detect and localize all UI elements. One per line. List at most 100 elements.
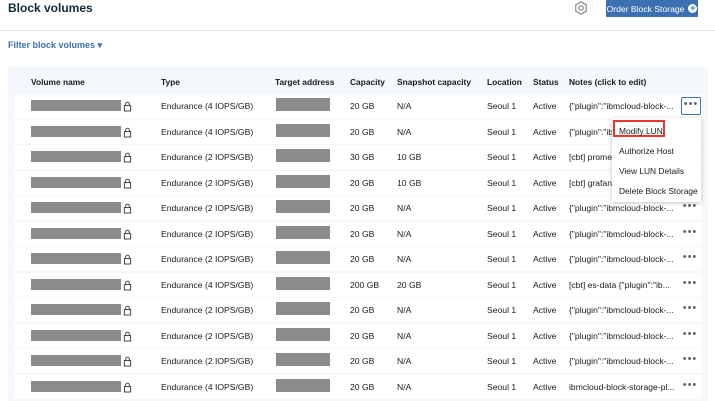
column-header-volume-name[interactable]: Volume name [31, 77, 85, 87]
volume-name-redacted[interactable] [31, 151, 121, 162]
cell-location: Seoul 1 [487, 178, 517, 188]
cell-status: Active [533, 356, 557, 366]
cell-location: Seoul 1 [487, 254, 517, 264]
overflow-menu: Modify LUN Authorize Host View LUN Detai… [612, 118, 701, 202]
cell-type: Endurance (2 IOPS/GB) [161, 229, 254, 239]
volume-name-redacted[interactable] [31, 330, 121, 341]
table-row[interactable]: Endurance (2 IOPS/GB) 20 GB N/A Seoul 1 Acti… [15, 222, 702, 246]
volume-name-redacted[interactable] [31, 100, 121, 111]
overflow-menu-icon[interactable]: ••• [682, 379, 698, 393]
cell-status: Active [533, 101, 557, 111]
page-title: Block volumes [8, 1, 93, 15]
lock-icon [123, 354, 132, 367]
overflow-menu-icon[interactable]: ••• [682, 302, 698, 316]
cell-notes[interactable]: {"plugin":"ibmcloud-block-... [569, 305, 674, 315]
cell-notes[interactable]: {"plugin":"ibmcloud-block-... [569, 203, 674, 213]
cell-location: Seoul 1 [487, 356, 517, 366]
table-row[interactable]: Endurance (4 IOPS/GB) 20 GB N/A Seoul 1 Acti… [15, 120, 702, 144]
overflow-menu-icon[interactable]: ••• [681, 97, 701, 115]
gear-icon[interactable] [574, 1, 588, 15]
cell-snapshot: N/A [397, 382, 412, 392]
table-row[interactable]: Endurance (2 IOPS/GB) 20 GB N/A Seoul 1 Acti… [15, 247, 702, 271]
cell-status: Active [533, 254, 557, 264]
cell-capacity: 20 GB [350, 229, 375, 239]
lock-icon [123, 303, 132, 316]
cell-location: Seoul 1 [487, 203, 517, 213]
cell-notes[interactable]: {"plugin":"ibmcloud-block-... [569, 356, 674, 366]
column-header-type[interactable]: Type [161, 77, 180, 87]
cell-snapshot: 10 GB [397, 152, 422, 162]
target-address-redacted [276, 124, 330, 137]
target-address-redacted [276, 353, 330, 366]
cell-status: Active [533, 229, 557, 239]
cell-notes[interactable]: {"plugin":"ibmcloud-block-... [569, 101, 674, 111]
table-row[interactable]: Endurance (2 IOPS/GB) 20 GB N/A Seoul 1 Acti… [15, 324, 702, 348]
menu-item-view-lun-details[interactable]: View LUN Details [612, 161, 701, 181]
table-row[interactable]: Endurance (4 IOPS/GB) 200 GB 20 GB Seoul 1 A… [15, 273, 702, 297]
cell-capacity: 20 GB [350, 101, 375, 111]
cell-notes[interactable]: {"plugin":"ibmcloud-block-... [569, 229, 674, 239]
page-header: Block volumes Order Block Storage + [0, 0, 715, 31]
menu-item-label: Modify LUN [619, 126, 663, 136]
overflow-menu-icon[interactable]: ••• [682, 226, 698, 240]
lock-icon [123, 252, 132, 265]
overflow-menu-icon[interactable]: ••• [682, 353, 698, 367]
table-row[interactable]: Endurance (4 IOPS/GB) 20 GB N/A Seoul 1 Acti… [15, 375, 702, 399]
cell-status: Active [533, 280, 557, 290]
filter-block-volumes[interactable]: Filter block volumes ▾ [8, 40, 102, 51]
volume-name-redacted[interactable] [31, 228, 121, 239]
cell-capacity: 200 GB [350, 280, 380, 290]
volume-name-redacted[interactable] [31, 279, 121, 290]
volume-name-redacted[interactable] [31, 177, 121, 188]
cell-status: Active [533, 305, 557, 315]
plus-circle-icon: + [688, 3, 698, 13]
cell-notes[interactable]: {"plugin":"ibmcloud-block-... [569, 331, 674, 341]
table-row[interactable]: Endurance (4 IOPS/GB) 20 GB N/A Seoul 1 Acti… [15, 94, 702, 118]
lock-icon [123, 278, 132, 291]
cell-capacity: 20 GB [350, 305, 375, 315]
volume-name-redacted[interactable] [31, 381, 121, 392]
column-header-capacity[interactable]: Capacity [350, 77, 385, 87]
volume-name-redacted[interactable] [31, 253, 121, 264]
menu-item-delete-block-storage[interactable]: Delete Block Storage [612, 181, 701, 201]
cell-type: Endurance (2 IOPS/GB) [161, 331, 254, 341]
cell-notes[interactable]: {"plugin":"ib [569, 127, 613, 137]
column-header-location[interactable]: Location [487, 77, 522, 87]
cell-location: Seoul 1 [487, 101, 517, 111]
volume-name-redacted[interactable] [31, 304, 121, 315]
cell-notes[interactable]: [cbt] es-data {"plugin":"ib... [569, 280, 670, 290]
cell-type: Endurance (2 IOPS/GB) [161, 356, 254, 366]
table-row[interactable]: Endurance (2 IOPS/GB) 30 GB 10 GB Seoul 1 Ac… [15, 145, 702, 169]
cell-notes[interactable]: ibmcloud-block-storage-pl... [569, 382, 675, 392]
menu-item-authorize-host[interactable]: Authorize Host [612, 141, 701, 161]
column-header-snapshot-capacity[interactable]: Snapshot capacity [397, 77, 471, 87]
volume-name-redacted[interactable] [31, 126, 121, 137]
overflow-menu-icon[interactable]: ••• [682, 251, 698, 265]
lock-icon [123, 150, 132, 163]
volume-name-redacted[interactable] [31, 202, 121, 213]
cell-notes[interactable]: {"plugin":"ibmcloud-block-... [569, 254, 674, 264]
table-row[interactable]: Endurance (2 IOPS/GB) 20 GB N/A Seoul 1 Acti… [15, 349, 702, 373]
target-address-redacted [276, 175, 330, 188]
column-header-status[interactable]: Status [533, 77, 559, 87]
cell-type: Endurance (2 IOPS/GB) [161, 152, 254, 162]
volume-name-redacted[interactable] [31, 355, 121, 366]
overflow-menu-icon[interactable]: ••• [682, 200, 698, 214]
table-row[interactable]: Endurance (2 IOPS/GB) 20 GB N/A Seoul 1 Acti… [15, 196, 702, 220]
menu-item-modify-lun[interactable]: Modify LUN [612, 121, 701, 141]
target-address-redacted [276, 379, 330, 392]
menu-item-label: Delete Block Storage [619, 186, 698, 196]
cell-status: Active [533, 382, 557, 392]
target-address-redacted [276, 302, 330, 315]
column-header-notes[interactable]: Notes (click to edit) [569, 77, 646, 87]
order-block-storage-button[interactable]: Order Block Storage + [606, 0, 698, 17]
cell-notes[interactable]: [cbt] promet [569, 152, 614, 162]
cell-capacity: 20 GB [350, 382, 375, 392]
cell-capacity: 20 GB [350, 178, 375, 188]
overflow-menu-icon[interactable]: ••• [682, 277, 698, 291]
overflow-menu-icon[interactable]: ••• [682, 328, 698, 342]
table-row[interactable]: Endurance (2 IOPS/GB) 20 GB N/A Seoul 1 Acti… [15, 298, 702, 322]
table-row[interactable]: Endurance (2 IOPS/GB) 20 GB 10 GB Seoul 1 Ac… [15, 171, 702, 195]
cell-notes[interactable]: [cbt] grafana [569, 178, 617, 188]
column-header-target-address[interactable]: Target address [275, 77, 334, 87]
